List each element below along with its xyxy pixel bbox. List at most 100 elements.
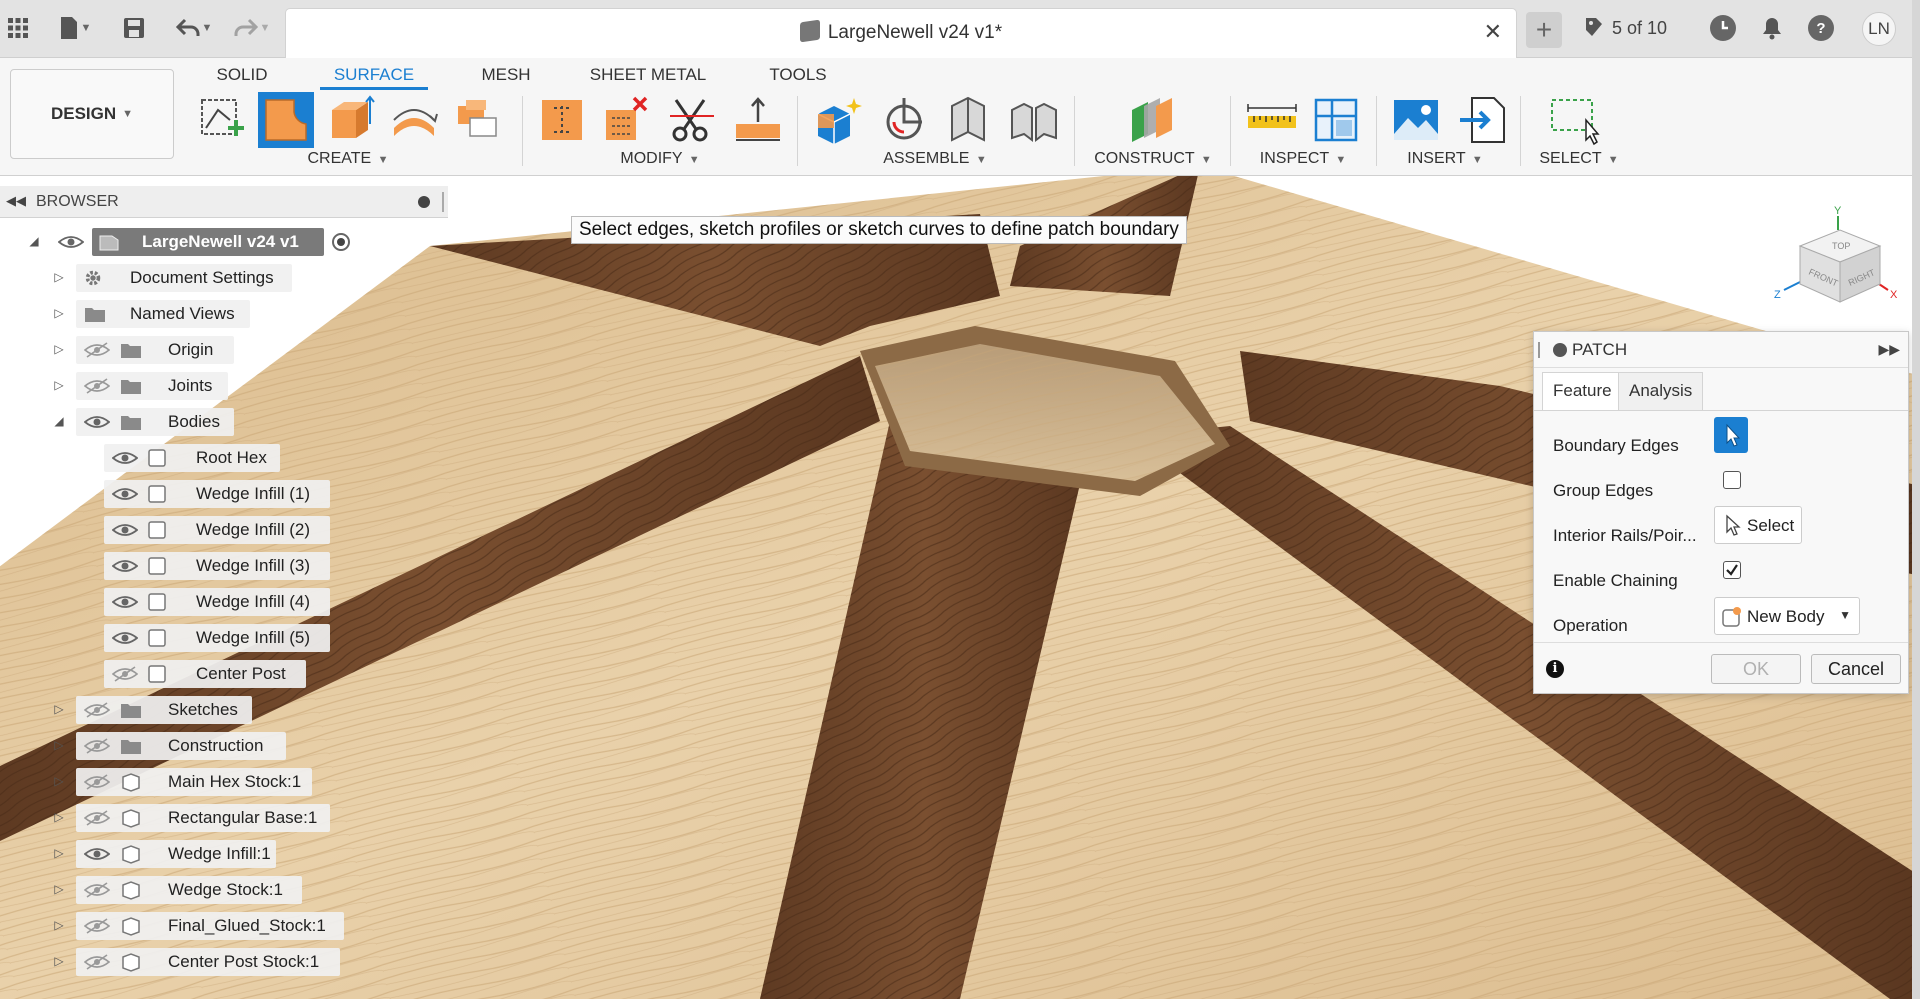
tab-surface[interactable]: SURFACE <box>320 60 428 90</box>
eye-hidden-icon[interactable] <box>84 774 110 790</box>
enable-chaining-checkbox[interactable] <box>1723 561 1741 579</box>
tree-row-document-settings[interactable]: ▷ Document Settings <box>0 264 450 292</box>
offset-plane-button[interactable] <box>1126 94 1178 146</box>
revolve-button[interactable] <box>388 94 440 146</box>
tree-row-center-post[interactable]: Center Post <box>0 660 450 688</box>
collapse-browser-icon[interactable]: ◀◀ <box>6 193 26 209</box>
tab-solid[interactable]: SOLID <box>205 60 279 90</box>
measure-button[interactable] <box>1246 94 1298 146</box>
tree-row-root-hex[interactable]: Root Hex <box>0 444 450 472</box>
construct-menu[interactable]: CONSTRUCT ▼ <box>1094 150 1212 168</box>
trim-button[interactable] <box>666 94 718 146</box>
eye-icon[interactable] <box>112 594 138 610</box>
expand-triangle-icon[interactable]: ▷ <box>52 306 66 320</box>
tree-row-sketches[interactable]: ▷ Sketches <box>0 696 450 724</box>
eye-hidden-icon[interactable] <box>84 702 110 718</box>
patch-tool-button[interactable] <box>258 92 314 148</box>
expand-triangle-icon[interactable]: ▷ <box>52 918 66 932</box>
section-analysis-button[interactable] <box>1310 94 1362 146</box>
info-icon[interactable]: i <box>1546 660 1564 678</box>
tree-row-center-post-stock[interactable]: ▷ Center Post Stock:1 <box>0 948 450 976</box>
view-cube[interactable]: Y Z X TOP FRONT RIGHT <box>1770 186 1910 316</box>
as-built-joint-button[interactable] <box>942 94 994 146</box>
insert-canvas-button[interactable] <box>1390 94 1442 146</box>
create-menu[interactable]: CREATE ▼ <box>300 150 396 168</box>
tab-tools[interactable]: TOOLS <box>765 60 831 90</box>
create-sketch-button[interactable] <box>196 94 248 146</box>
save-button[interactable] <box>120 14 148 42</box>
redo-button[interactable]: ▼ <box>228 14 276 42</box>
clock-icon[interactable] <box>1710 15 1736 41</box>
ok-button[interactable]: OK <box>1711 654 1801 684</box>
expand-triangle-icon[interactable]: ▷ <box>52 342 66 356</box>
file-menu-button[interactable]: ▼ <box>52 14 98 42</box>
tree-row-wedge-infill-1[interactable]: Wedge Infill (1) <box>0 480 450 508</box>
operation-dropdown[interactable]: New Body ▼ <box>1714 597 1860 635</box>
collapse-dialog-icon[interactable] <box>1553 343 1567 357</box>
tab-analysis[interactable]: Analysis <box>1618 372 1704 410</box>
inspect-menu[interactable]: INSPECT ▼ <box>1248 150 1358 168</box>
undo-button[interactable]: ▼ <box>170 14 218 42</box>
tree-row-construction[interactable]: ▷ Construction <box>0 732 450 760</box>
expand-triangle-icon[interactable]: ▷ <box>52 846 66 860</box>
expand-triangle-icon[interactable]: ▷ <box>52 378 66 392</box>
bell-icon[interactable] <box>1758 14 1786 42</box>
new-tab-icon[interactable]: + <box>1526 12 1562 48</box>
tree-row-root[interactable]: ◢ LargeNewell v24 v1 <box>0 228 450 256</box>
sweep-button[interactable] <box>452 94 504 146</box>
browser-resize-handle[interactable] <box>442 192 444 212</box>
app-grid-icon[interactable] <box>4 14 32 42</box>
eye-icon[interactable] <box>112 486 138 502</box>
patch-dialog-header[interactable]: PATCH ▶▶ <box>1534 332 1908 368</box>
interior-rails-select-button[interactable]: Select <box>1714 506 1802 544</box>
expand-triangle-icon[interactable]: ▷ <box>52 882 66 896</box>
eye-icon[interactable] <box>84 846 110 862</box>
expand-triangle-icon[interactable]: ▷ <box>52 810 66 824</box>
document-tab[interactable]: LargeNewell v24 v1* ✕ <box>285 8 1517 58</box>
collapse-triangle-icon[interactable]: ◢ <box>52 414 66 428</box>
tree-row-origin[interactable]: ▷ Origin <box>0 336 450 364</box>
expand-triangle-icon[interactable]: ▷ <box>52 954 66 968</box>
design-workspace-button[interactable]: DESIGN ▼ <box>10 69 174 159</box>
tree-row-named-views[interactable]: ▷ Named Views <box>0 300 450 328</box>
tree-row-wedge-infill-4[interactable]: Wedge Infill (4) <box>0 588 450 616</box>
dialog-drag-handle[interactable] <box>1538 342 1540 358</box>
press-pull-button[interactable] <box>536 94 588 146</box>
activate-radio-icon[interactable] <box>332 233 350 251</box>
user-avatar[interactable]: LN <box>1862 12 1896 46</box>
cancel-button[interactable]: Cancel <box>1811 654 1901 684</box>
expand-triangle-icon[interactable]: ▷ <box>52 702 66 716</box>
eye-hidden-icon[interactable] <box>84 342 110 358</box>
joint-button[interactable] <box>878 94 930 146</box>
tree-row-wedge-infill-5[interactable]: Wedge Infill (5) <box>0 624 450 652</box>
window-edge-scrollbar[interactable] <box>1912 0 1920 999</box>
expand-dialog-icon[interactable]: ▶▶ <box>1878 341 1900 358</box>
version-indicator[interactable]: 5 of 10 <box>1584 16 1667 39</box>
boundary-edges-selector[interactable] <box>1714 417 1748 453</box>
eye-hidden-icon[interactable] <box>84 378 110 394</box>
help-icon[interactable]: ? <box>1808 15 1834 41</box>
tab-mesh[interactable]: MESH <box>475 60 537 90</box>
group-edges-checkbox[interactable] <box>1723 471 1741 489</box>
select-menu[interactable]: SELECT ▼ <box>1524 150 1634 168</box>
assemble-menu[interactable]: ASSEMBLE ▼ <box>880 150 990 168</box>
eye-hidden-icon[interactable] <box>112 666 138 682</box>
tree-row-wedge-stock[interactable]: ▷ Wedge Stock:1 <box>0 876 450 904</box>
eye-icon[interactable] <box>112 558 138 574</box>
expand-triangle-icon[interactable]: ▷ <box>52 270 66 284</box>
select-window-button[interactable] <box>1548 94 1600 146</box>
eye-hidden-icon[interactable] <box>84 882 110 898</box>
expand-triangle-icon[interactable]: ▷ <box>52 774 66 788</box>
delete-face-button[interactable] <box>600 94 652 146</box>
tree-row-bodies[interactable]: ◢ Bodies <box>0 408 450 436</box>
tree-row-main-hex-stock[interactable]: ▷ Main Hex Stock:1 <box>0 768 450 796</box>
expand-triangle-icon[interactable]: ▷ <box>52 738 66 752</box>
tab-feature[interactable]: Feature <box>1542 372 1623 410</box>
eye-hidden-icon[interactable] <box>84 738 110 754</box>
eye-icon[interactable] <box>84 414 110 430</box>
eye-hidden-icon[interactable] <box>84 810 110 826</box>
tab-sheet-metal[interactable]: SHEET METAL <box>585 60 711 90</box>
tree-row-rectangular-base[interactable]: ▷ Rectangular Base:1 <box>0 804 450 832</box>
rigid-group-button[interactable] <box>1008 94 1060 146</box>
eye-hidden-icon[interactable] <box>84 918 110 934</box>
